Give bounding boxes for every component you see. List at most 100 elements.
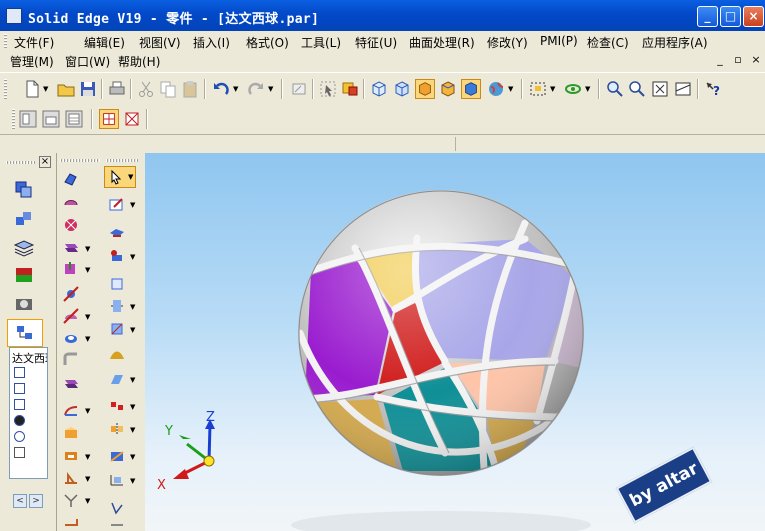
- chevron-down-icon[interactable]: ▼: [130, 426, 135, 434]
- round-icon[interactable]: [62, 351, 80, 369]
- chevron-down-icon[interactable]: ▼: [85, 453, 90, 461]
- maximize-button[interactable]: □: [720, 6, 741, 27]
- select-icon[interactable]: [318, 79, 338, 99]
- curve-icon[interactable]: [108, 275, 126, 293]
- lip-icon[interactable]: [62, 515, 80, 527]
- web-network-icon[interactable]: [62, 491, 80, 509]
- menu-format[interactable]: 格式(O): [246, 34, 289, 51]
- print-icon[interactable]: [107, 79, 127, 99]
- rotate-icon[interactable]: [563, 79, 583, 99]
- simplify-icon[interactable]: [108, 471, 126, 489]
- zoom-all-icon[interactable]: [650, 79, 670, 99]
- minimize-button[interactable]: _: [697, 6, 718, 27]
- render-icon[interactable]: [461, 79, 481, 99]
- mdi-restore-button[interactable]: ▫: [731, 53, 745, 67]
- menu-applications[interactable]: 应用程序(A): [642, 34, 708, 51]
- sensors-icon[interactable]: [13, 265, 35, 287]
- chamfer-icon[interactable]: [62, 374, 80, 392]
- tree-node[interactable]: [14, 415, 25, 426]
- shaded-icon[interactable]: [438, 79, 458, 99]
- layers-icon[interactable]: [13, 237, 35, 259]
- menu-modify[interactable]: 修改(Y): [487, 34, 528, 51]
- chevron-down-icon[interactable]: ▼: [130, 453, 135, 461]
- more-tools-icon[interactable]: [108, 519, 126, 529]
- menu-window[interactable]: 窗口(W): [65, 53, 110, 70]
- helix-icon[interactable]: [62, 260, 80, 278]
- chevron-down-icon[interactable]: ▼: [130, 326, 135, 334]
- view-right-icon[interactable]: [41, 109, 61, 129]
- tree-node[interactable]: [14, 447, 25, 458]
- chevron-down-icon[interactable]: ▼: [130, 201, 135, 209]
- chevron-down-icon[interactable]: ▼: [128, 173, 133, 181]
- tree-node[interactable]: [14, 367, 25, 378]
- draft-icon[interactable]: [62, 447, 80, 465]
- menu-help[interactable]: 帮助(H): [118, 53, 160, 70]
- cut-icon[interactable]: [136, 79, 156, 99]
- menu-inspect[interactable]: 检查(C): [587, 34, 629, 51]
- tree-root-label[interactable]: 达文西球: [12, 350, 47, 366]
- mirror-icon[interactable]: [108, 397, 126, 415]
- menu-insert[interactable]: 插入(I): [193, 34, 230, 51]
- scroll-left-button[interactable]: <: [13, 494, 27, 508]
- sweep-icon[interactable]: [62, 216, 80, 234]
- chevron-down-icon[interactable]: ▼: [130, 477, 135, 485]
- rib-icon[interactable]: [62, 469, 80, 487]
- open-folder-icon[interactable]: [56, 79, 76, 99]
- paste-icon[interactable]: [180, 79, 200, 99]
- intersect-icon[interactable]: [108, 297, 126, 315]
- chevron-down-icon[interactable]: ▼: [85, 407, 90, 415]
- undo-icon[interactable]: [211, 79, 231, 99]
- fit-icon[interactable]: [528, 79, 548, 99]
- select-tool-button[interactable]: ▼: [104, 166, 136, 188]
- view-cube-icon[interactable]: [369, 79, 389, 99]
- redo-icon[interactable]: [246, 79, 266, 99]
- sketch-tool-icon[interactable]: [108, 195, 126, 213]
- chevron-down-icon[interactable]: ▼: [585, 85, 590, 93]
- zoom-area-icon[interactable]: [605, 79, 625, 99]
- zoom-icon[interactable]: [627, 79, 647, 99]
- thicken-icon[interactable]: [62, 425, 80, 443]
- chevron-down-icon[interactable]: ▼: [85, 335, 90, 343]
- camera-icon[interactable]: [13, 293, 35, 315]
- menu-edit[interactable]: 编辑(E): [84, 34, 125, 51]
- view-cube-icon[interactable]: [392, 79, 412, 99]
- menu-view[interactable]: 视图(V): [139, 34, 181, 51]
- chevron-down-icon[interactable]: ▼: [130, 376, 135, 384]
- select-edges-icon[interactable]: [99, 109, 119, 129]
- chevron-down-icon[interactable]: ▼: [85, 266, 90, 274]
- sketch-icon[interactable]: [289, 79, 309, 99]
- chevron-down-icon[interactable]: ▼: [85, 475, 90, 483]
- surface-icon[interactable]: [108, 347, 126, 365]
- close-button[interactable]: ×: [743, 6, 764, 27]
- new-file-icon[interactable]: [22, 79, 42, 99]
- project-icon[interactable]: [108, 320, 126, 338]
- select-faces-icon[interactable]: [122, 109, 142, 129]
- revolved-cutout-icon[interactable]: [62, 307, 80, 325]
- cutout-icon[interactable]: [62, 285, 80, 303]
- menu-manage[interactable]: 管理(M): [10, 53, 54, 70]
- tree-node[interactable]: [14, 431, 25, 442]
- protrusion-icon[interactable]: [62, 170, 80, 188]
- feature-library-icon[interactable]: [13, 179, 35, 201]
- graphics-window[interactable]: Z Y X by altar: [145, 153, 765, 531]
- copy-icon[interactable]: [158, 79, 178, 99]
- chevron-down-icon[interactable]: ▼: [85, 313, 90, 321]
- chevron-down-icon[interactable]: ▼: [130, 403, 135, 411]
- tree-node[interactable]: [14, 399, 25, 410]
- menu-surfacing[interactable]: 曲面处理(R): [409, 34, 475, 51]
- chevron-down-icon[interactable]: ▼: [130, 303, 135, 311]
- scroll-right-button[interactable]: >: [29, 494, 43, 508]
- chevron-down-icon[interactable]: ▼: [268, 85, 273, 93]
- feature-pathfinder-tab[interactable]: [7, 319, 43, 347]
- mdi-minimize-button[interactable]: _: [713, 53, 727, 67]
- view-3d-icon[interactable]: [64, 109, 84, 129]
- hole-icon[interactable]: [62, 329, 80, 347]
- mdi-close-button[interactable]: ×: [749, 53, 763, 67]
- menu-tools[interactable]: 工具(L): [301, 34, 341, 51]
- copy-part-icon[interactable]: [108, 447, 126, 465]
- family-icon[interactable]: [13, 208, 35, 230]
- chevron-down-icon[interactable]: ▼: [130, 253, 135, 261]
- chevron-down-icon[interactable]: ▼: [85, 245, 90, 253]
- tree-node[interactable]: [14, 383, 25, 394]
- view-left-icon[interactable]: [18, 109, 38, 129]
